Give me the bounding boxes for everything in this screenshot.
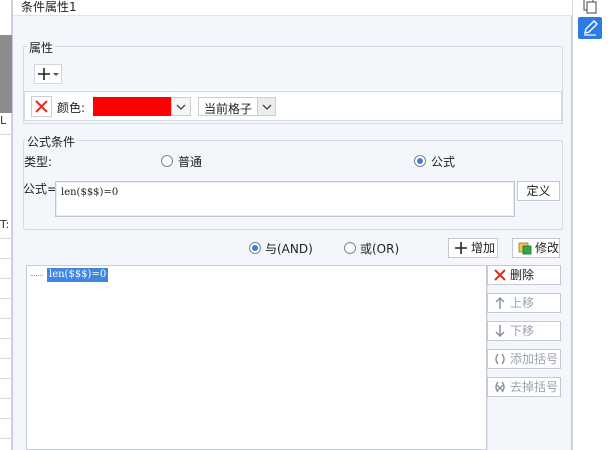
remove-parentheses-icon xyxy=(495,381,505,393)
type-normal-radio[interactable] xyxy=(161,155,173,167)
type-formula-radio[interactable] xyxy=(414,155,426,167)
type-label: 类型: xyxy=(24,155,53,169)
background-sheet: L T: xyxy=(0,0,12,450)
tree-branch-line xyxy=(31,275,43,276)
red-x-icon xyxy=(494,269,506,281)
red-x-icon xyxy=(35,100,48,113)
formula-condition-legend: 公式条件 xyxy=(25,133,78,150)
edit-button[interactable] xyxy=(578,17,602,39)
and-label[interactable]: 与(AND) xyxy=(265,240,313,257)
modify-condition-button[interactable]: 修改 xyxy=(512,238,560,258)
add-condition-button[interactable]: 增加 xyxy=(448,238,498,258)
condition-attribute-dialog: 条件属性1 属性 颜色: 当前格子 公式条件 类型: 普通 公式 公式= len… xyxy=(12,0,573,450)
attributes-legend: 属性 xyxy=(27,39,56,56)
arrow-up-icon xyxy=(495,296,505,309)
and-radio[interactable] xyxy=(249,242,261,254)
condition-list[interactable]: len($$$)=0 xyxy=(26,265,487,450)
formula-text: len($$$)=0 xyxy=(61,187,119,198)
right-toolbar xyxy=(572,0,610,450)
or-label[interactable]: 或(OR) xyxy=(360,240,399,257)
title-bar: 条件属性1 xyxy=(13,0,573,16)
move-up-label: 上移 xyxy=(510,296,535,310)
parentheses-icon xyxy=(495,353,505,365)
remove-bracket-button[interactable]: 去掉括号 xyxy=(487,377,561,397)
move-down-label: 下移 xyxy=(510,324,535,338)
color-dropdown-button[interactable] xyxy=(171,97,191,116)
define-button[interactable]: 定义 xyxy=(517,181,560,201)
color-swatch[interactable] xyxy=(93,97,171,116)
formula-input[interactable]: len($$$)=0 xyxy=(55,181,515,217)
condition-list-item[interactable]: len($$$)=0 xyxy=(47,268,109,282)
sheet-glyph-t: T: xyxy=(0,218,10,231)
remove-attribute-button[interactable] xyxy=(31,96,52,117)
type-normal-label[interactable]: 普通 xyxy=(178,153,202,170)
arrow-down-icon xyxy=(495,325,505,338)
delete-condition-label: 删除 xyxy=(510,268,535,282)
attribute-row-color: 颜色: 当前格子 xyxy=(24,91,562,121)
delete-condition-button[interactable]: 删除 xyxy=(487,265,561,285)
or-radio[interactable] xyxy=(344,242,356,254)
formula-label: 公式= xyxy=(23,182,58,196)
modify-condition-label: 修改 xyxy=(535,241,560,255)
chevron-down-icon xyxy=(176,104,186,110)
sheet-header-area xyxy=(0,35,12,113)
scope-dropdown-button[interactable] xyxy=(257,98,275,115)
pencil-icon xyxy=(584,20,598,36)
add-bracket-button[interactable]: 添加括号 xyxy=(487,349,561,369)
copy-button[interactable] xyxy=(578,0,602,18)
dialog-title: 条件属性1 xyxy=(21,0,77,14)
plus-dropdown-icon xyxy=(38,68,59,80)
sheet-glyph-l: L xyxy=(0,114,7,127)
add-condition-label: 增加 xyxy=(471,241,496,255)
remove-bracket-label: 去掉括号 xyxy=(510,380,559,394)
copy-icon xyxy=(583,0,597,14)
scope-value: 当前格子 xyxy=(204,102,253,116)
add-attribute-button[interactable] xyxy=(34,64,62,84)
plus-icon xyxy=(455,242,467,254)
chevron-down-icon xyxy=(262,104,272,110)
move-up-button[interactable]: 上移 xyxy=(487,293,561,313)
modify-icon xyxy=(518,242,532,255)
type-formula-label[interactable]: 公式 xyxy=(431,153,455,170)
add-bracket-label: 添加括号 xyxy=(510,352,559,366)
color-label: 颜色: xyxy=(57,101,86,115)
scope-select[interactable]: 当前格子 xyxy=(198,97,276,116)
move-down-button[interactable]: 下移 xyxy=(487,321,561,341)
